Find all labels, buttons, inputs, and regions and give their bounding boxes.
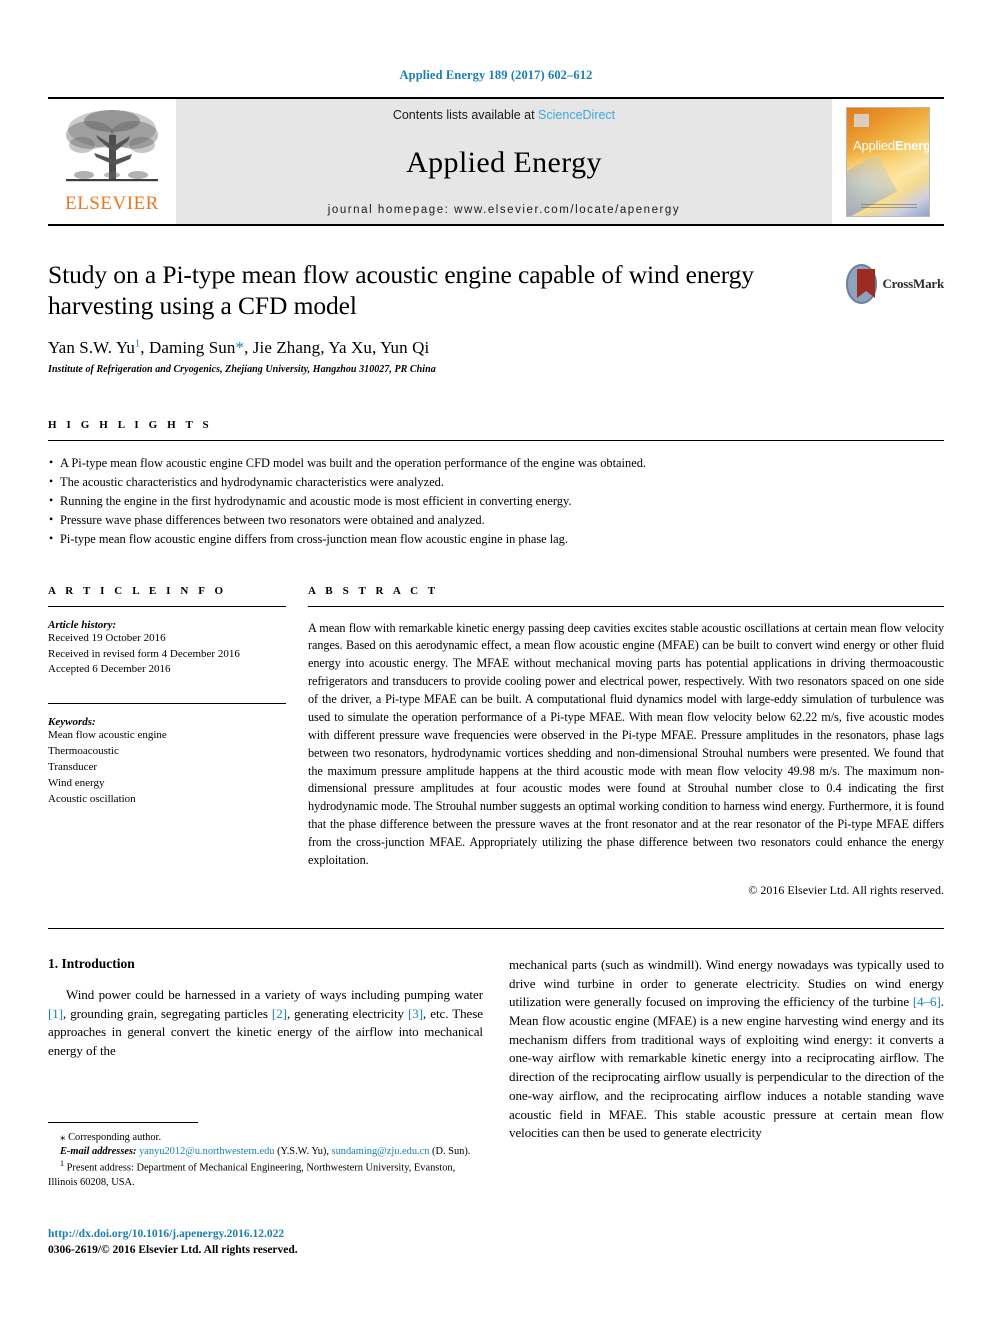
elsevier-wordmark: ELSEVIER [65,193,159,214]
keywords-block: Keywords: Mean flow acoustic engine Ther… [48,716,286,808]
author-name: Yun Qi [380,337,430,357]
list-item: Pressure wave phase differences between … [48,510,944,530]
issn-copyright: 0306-2619/© 2016 Elsevier Ltd. All right… [48,1243,298,1256]
list-item: Running the engine in the first hydrodyn… [48,491,944,511]
citation-link[interactable]: [1] [48,1006,63,1021]
intro-text-mid1: , grounding grain, segregating particles [63,1005,272,1021]
cover-elsevier-mark [854,113,869,127]
info-abstract-row: A R T I C L E I N F O Article history: R… [48,585,944,898]
running-head: Applied Energy 189 (2017) 602–612 [399,68,593,82]
introduction-paragraph-left: Wind power could be harnessed in a varie… [48,986,483,1061]
author-name: Ya Xu [328,337,372,357]
corresponding-author-marker[interactable]: * [235,338,244,357]
cover-title: AppliedEnergy [853,137,929,153]
list-item: Pi-type mean flow acoustic engine differ… [48,529,944,549]
author-name: Yan S.W. Yu [48,337,135,357]
crossmark-label: CrossMark [882,276,944,291]
section-divider [48,927,944,929]
doi-link[interactable]: http://dx.doi.org/10.1016/j.apenergy.201… [48,1227,298,1243]
author-name: Daming Sun [148,337,236,357]
elsevier-tree-icon [66,110,158,182]
citation-link[interactable]: [2] [272,1006,287,1021]
keyword-item: Wind energy [48,777,105,790]
keyword-item: Mean flow acoustic engine [48,729,167,742]
masthead-center: Contents lists available at ScienceDirec… [176,99,832,224]
keyword-item: Acoustic oscillation [48,793,136,806]
present-address-text: Present address: Department of Mechanica… [48,1162,456,1188]
intro-text-mid2: , generating electricity [286,1005,408,1021]
body-column-right: mechanical parts (such as windmill). Win… [509,956,944,1143]
highlights-section: H I G H L I G H T S A Pi-type mean flow … [48,419,944,549]
email-link-2[interactable]: sundaming@zju.edu.cn [332,1146,430,1157]
contents-prefix: Contents lists available at [392,108,539,122]
citation-link[interactable]: [4–6] [913,994,941,1009]
abstract-divider [308,605,944,607]
highlights-divider [48,439,944,441]
body-column-left: 1. Introduction Wind power could be harn… [48,956,483,1143]
page-title: Study on a Pi-type mean flow acoustic en… [48,260,754,321]
history-received: Received 19 October 2016 [48,631,166,644]
highlights-list: A Pi-type mean flow acoustic engine CFD … [48,453,944,549]
citation-link[interactable]: [3] [408,1006,423,1021]
corresponding-author-text: Corresponding author. [68,1132,162,1143]
history-revised: Received in revised form 4 December 2016 [48,647,240,660]
article-history-label: Article history: [48,618,117,631]
asterisk-icon: ⁎ [60,1131,66,1143]
article-info-divider [48,605,286,607]
author-list: Yan S.W. Yu1, Daming Sun*, Jie Zhang, Ya… [48,337,430,357]
email-owner-2: (D. Sun). [429,1146,471,1158]
email-addresses-note: E-mail addresses: yanyu2012@u.northweste… [48,1145,478,1159]
journal-cover-cell: AppliedEnergy [832,99,944,224]
email-owner-1: (Y.S.W. Yu), [274,1146,332,1158]
title-block: Study on a Pi-type mean flow acoustic en… [48,259,944,375]
corresponding-author-note: ⁎ Corresponding author. [48,1130,478,1145]
article-info-section: A R T I C L E I N F O Article history: R… [48,585,286,898]
keywords-label: Keywords: [48,716,96,729]
journal-cover-image: AppliedEnergy [846,106,930,217]
abstract-text: A mean flow with remarkable kinetic ener… [308,620,944,867]
author-name: Jie Zhang [252,337,321,357]
abstract-copyright: © 2016 Elsevier Ltd. All rights reserved… [748,882,944,897]
introduction-paragraph-right: mechanical parts (such as windmill). Win… [509,956,944,1143]
abstract-section: A B S T R A C T A mean flow with remarka… [308,585,944,898]
sciencedirect-link[interactable]: ScienceDirect [538,108,615,122]
email-label: E-mail addresses: [60,1146,137,1158]
keyword-item: Thermoacoustic [48,745,119,758]
contents-available-line: Contents lists available at ScienceDirec… [393,108,615,122]
author-footnote-marker[interactable]: 1 [135,338,140,349]
intro-right-tail: . Mean flow acoustic engine (MFAE) is a … [509,994,944,1141]
body-columns: 1. Introduction Wind power could be harn… [48,956,944,1143]
footnote-marker-1: 1 [60,1159,64,1169]
email-link-1[interactable]: yanyu2012@u.northwestern.edu [139,1146,274,1157]
list-item: The acoustic characteristics and hydrody… [48,472,944,492]
journal-masthead: ELSEVIER Contents lists available at Sci… [48,97,944,226]
intro-right-pre: mechanical parts (such as windmill). Win… [509,956,944,1010]
list-item: A Pi-type mean flow acoustic engine CFD … [48,453,944,473]
history-accepted: Accepted 6 December 2016 [48,663,171,676]
cover-title-applied: Applied [853,137,895,153]
journal-homepage-link[interactable]: journal homepage: www.elsevier.com/locat… [328,204,680,216]
footnote-divider [48,1122,198,1123]
affiliation: Institute of Refrigeration and Cryogenic… [48,363,436,375]
doi-block: http://dx.doi.org/10.1016/j.apenergy.201… [48,1227,298,1258]
present-address-note: 1 Present address: Department of Mechani… [48,1159,478,1190]
highlights-heading: H I G H L I G H T S [48,418,213,431]
crossmark-badge[interactable]: CrossMark [846,262,944,306]
article-info-heading: A R T I C L E I N F O [48,584,227,597]
article-history-block: Article history: Received 19 October 201… [48,619,286,679]
keywords-divider [48,703,286,705]
crossmark-icon [846,264,878,304]
paper-page: Applied Energy 189 (2017) 602–612 ELSEVI… [0,0,992,1323]
journal-title: Applied Energy [406,146,602,179]
cover-title-energy: Energy [894,137,929,153]
footnotes-block: ⁎ Corresponding author. E-mail addresses… [48,1122,478,1190]
introduction-heading: 1. Introduction [48,955,135,971]
cover-footer-text [861,203,917,209]
keyword-item: Transducer [48,761,98,774]
intro-text-pre: Wind power could be harnessed in a varie… [66,986,483,1002]
elsevier-logo: ELSEVIER [48,99,176,224]
abstract-heading: A B S T R A C T [308,584,439,597]
